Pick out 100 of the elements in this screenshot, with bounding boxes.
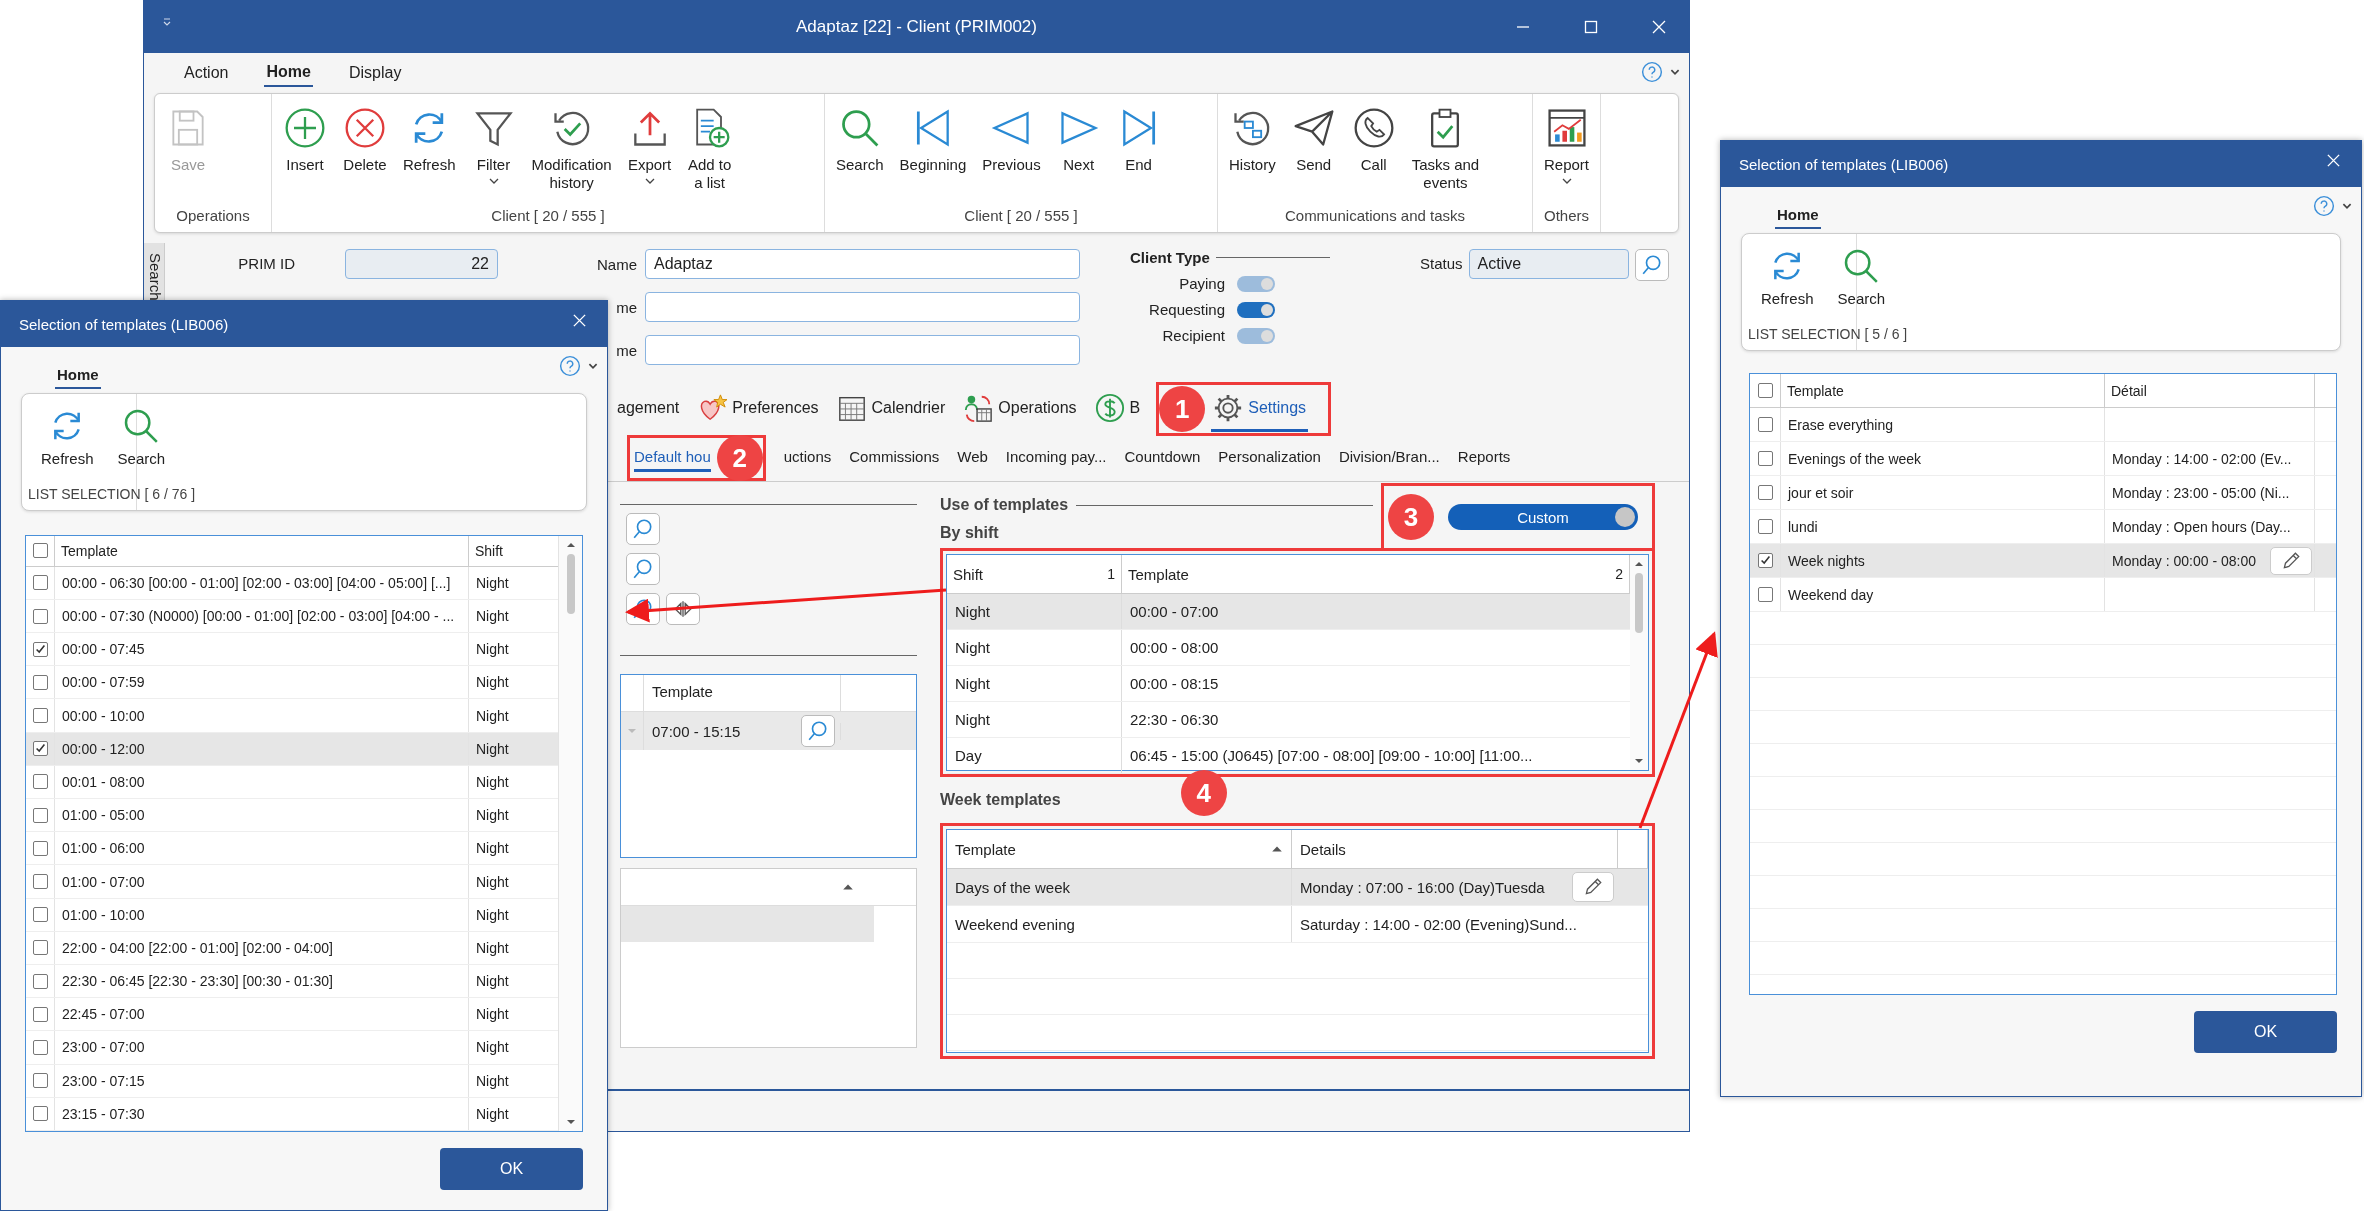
checkbox[interactable] xyxy=(32,973,48,989)
ribbon-button[interactable]: Previous xyxy=(979,104,1044,203)
table-row[interactable]: 22:45 - 07:00 Night xyxy=(26,998,558,1032)
ribbon-button[interactable]: Call xyxy=(1348,104,1399,203)
checkbox[interactable] xyxy=(1757,553,1773,568)
ribbon-button[interactable]: End xyxy=(1113,104,1164,203)
column-header[interactable]: Template xyxy=(644,675,841,711)
ok-button[interactable]: OK xyxy=(2194,1011,2337,1053)
maximize-icon[interactable] xyxy=(1583,19,1599,35)
ribbon-button[interactable]: Filter xyxy=(468,104,519,203)
sort-arrow-icon[interactable] xyxy=(842,883,854,891)
help-icon[interactable] xyxy=(2313,195,2335,217)
table-row[interactable]: jour et soir Monday : 23:00 - 05:00 (Ni... xyxy=(1750,476,2336,510)
tab[interactable]: Web xyxy=(957,444,988,472)
checkbox[interactable] xyxy=(32,641,48,657)
scrollbar-thumb[interactable] xyxy=(566,554,575,614)
ribbon-button[interactable]: Refresh xyxy=(1758,244,1817,322)
edit-button[interactable] xyxy=(2270,546,2312,575)
table-row[interactable]: 01:00 - 07:00 Night xyxy=(26,865,558,899)
checkbox[interactable] xyxy=(32,674,48,690)
tab[interactable]: Calendrier xyxy=(834,386,948,432)
table-row[interactable]: 23:15 - 07:30 Night xyxy=(26,1097,558,1131)
menu-tab[interactable]: Home xyxy=(55,362,101,389)
ribbon-button[interactable]: Insert xyxy=(280,104,330,203)
menu-tab[interactable]: Display xyxy=(346,60,404,86)
checkbox[interactable] xyxy=(1757,451,1773,466)
tab[interactable]: Countdown xyxy=(1124,444,1201,472)
table-row[interactable]: 00:00 - 06:30 [00:00 - 01:00] [02:00 - 03:00] [04:00 - 05:00] [...] Night xyxy=(26,566,558,600)
tab[interactable]: Settings xyxy=(1211,386,1309,432)
table-row[interactable]: 23:00 - 07:00 Night xyxy=(26,1031,558,1065)
search-button[interactable] xyxy=(626,513,660,545)
column-header[interactable]: Template xyxy=(54,536,468,566)
table-row[interactable]: Days of the week Monday : 07:00 - 16:00 (Day)Tuesda xyxy=(947,869,1648,906)
tab[interactable]: B xyxy=(1092,386,1143,432)
column-header[interactable]: Template xyxy=(947,830,1292,868)
table-row[interactable]: 01:00 - 05:00 Night xyxy=(26,799,558,833)
column-header[interactable]: Shift 1 xyxy=(947,555,1122,593)
search-button[interactable] xyxy=(626,553,660,585)
table-row[interactable]: Evenings of the week Monday : 14:00 - 02:00 (Ev... xyxy=(1750,442,2336,476)
ribbon-button[interactable]: Modification history xyxy=(528,104,615,203)
close-icon[interactable] xyxy=(1651,19,1667,35)
checkbox[interactable] xyxy=(32,1106,48,1122)
checkbox[interactable] xyxy=(1757,587,1773,602)
table-row[interactable]: 22:00 - 04:00 [22:00 - 01:00] [02:00 - 04:00] Night xyxy=(26,931,558,965)
ribbon-button[interactable]: Search xyxy=(833,104,887,203)
scroll-up-icon[interactable] xyxy=(565,542,576,548)
input-field[interactable] xyxy=(645,292,1080,322)
tab[interactable]: agement xyxy=(615,392,682,426)
checkbox[interactable] xyxy=(32,608,48,624)
checkbox[interactable] xyxy=(1757,383,1773,398)
checkbox[interactable] xyxy=(1757,519,1773,534)
edit-button[interactable] xyxy=(1572,872,1614,902)
ribbon-button[interactable]: Refresh xyxy=(400,104,459,203)
checkbox[interactable] xyxy=(32,741,48,757)
checkbox[interactable] xyxy=(32,1006,48,1022)
table-row[interactable]: 01:00 - 10:00 Night xyxy=(26,898,558,932)
table-row[interactable]: 22:30 - 06:45 [22:30 - 23:30] [00:30 - 01:30] Night xyxy=(26,964,558,999)
tab[interactable]: Reports xyxy=(1457,444,1511,472)
column-header[interactable]: Template xyxy=(1780,374,2104,407)
ribbon-button[interactable]: Search xyxy=(114,404,169,482)
table-row[interactable]: 00:00 - 12:00 Night xyxy=(26,732,558,766)
table-row[interactable]: 00:00 - 10:00 Night xyxy=(26,699,558,733)
help-icon[interactable] xyxy=(1641,61,1663,83)
scrollbar-thumb[interactable] xyxy=(1635,573,1643,633)
checkbox[interactable] xyxy=(32,774,48,790)
checkbox[interactable] xyxy=(32,708,48,724)
checkbox[interactable] xyxy=(32,543,48,559)
ribbon-button[interactable]: Next xyxy=(1053,104,1104,203)
toggle-switch[interactable] xyxy=(1237,301,1275,318)
ribbon-button[interactable]: Send xyxy=(1288,104,1339,203)
ribbon-button[interactable]: Tasks and events xyxy=(1408,104,1483,203)
ribbon-button[interactable]: Add to a list xyxy=(684,104,735,203)
input-field[interactable] xyxy=(645,335,1080,365)
checkbox[interactable] xyxy=(32,940,48,956)
checkbox[interactable] xyxy=(1757,417,1773,432)
checkbox[interactable] xyxy=(32,575,48,591)
close-icon[interactable] xyxy=(2326,153,2341,168)
table-row[interactable]: 00:00 - 07:59 Night xyxy=(26,666,558,700)
column-header[interactable]: Details xyxy=(1292,830,1618,868)
tab[interactable]: Preferences xyxy=(695,386,821,432)
ribbon-button[interactable]: Report xyxy=(1541,104,1593,203)
tab[interactable]: Incoming pay... xyxy=(1005,444,1107,472)
checkbox[interactable] xyxy=(32,807,48,823)
checkbox[interactable] xyxy=(32,1073,48,1089)
ok-button[interactable]: OK xyxy=(440,1148,583,1190)
scrollbar[interactable] xyxy=(1630,555,1648,770)
tab[interactable]: uctions xyxy=(783,444,832,472)
table-row[interactable]: Night 00:00 - 07:00 xyxy=(947,594,1630,630)
menu-tab[interactable]: Home xyxy=(1775,202,1821,229)
ribbon-button[interactable]: Search xyxy=(1834,244,1889,322)
table-row[interactable]: Erase everything xyxy=(1750,408,2336,442)
table-row[interactable]: 00:00 - 07:30 (N0000) [00:00 - 01:00] [02:00 - 03:00] [04:00 - ... Night xyxy=(26,599,558,634)
table-row[interactable]: Night 22:30 - 06:30 xyxy=(947,702,1630,738)
scrollbar[interactable] xyxy=(558,536,582,1131)
tab[interactable]: Commissions xyxy=(849,444,940,472)
checkbox[interactable] xyxy=(32,907,48,923)
checkbox[interactable] xyxy=(1757,485,1773,500)
ribbon-button[interactable]: Refresh xyxy=(38,404,97,482)
table-row[interactable]: Night 00:00 - 08:00 xyxy=(947,630,1630,666)
close-icon[interactable] xyxy=(572,313,587,328)
